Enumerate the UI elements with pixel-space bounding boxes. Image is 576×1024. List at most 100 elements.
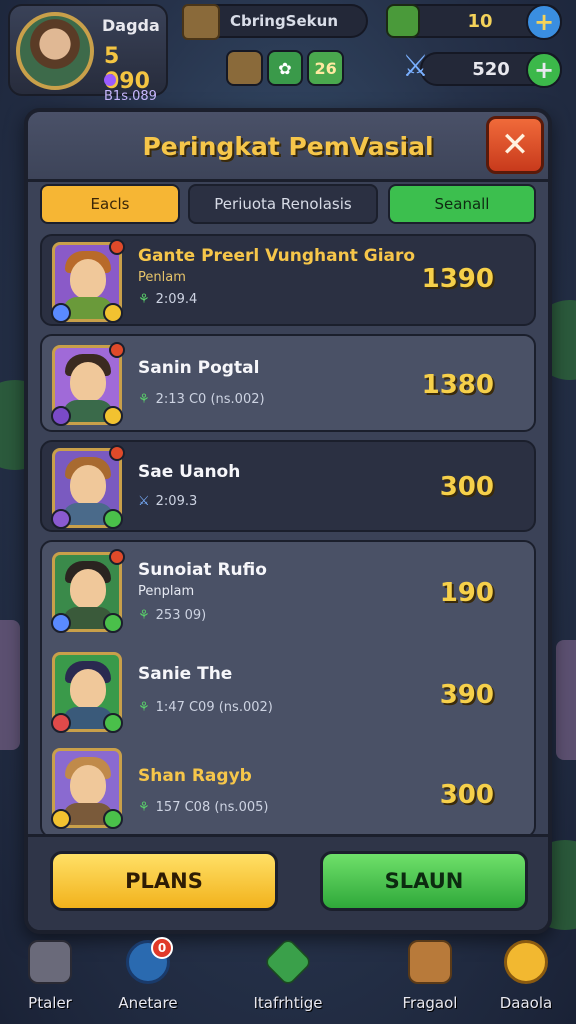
add-energy-button[interactable]: + [526,4,562,40]
add-power-button[interactable]: + [526,52,562,88]
coin-badge-icon [103,406,123,426]
panel-title: Peringkat PemVasial [142,132,434,161]
nav-label: Fragaol [402,994,458,1012]
player-avatar [51,748,123,829]
player-subtitle: Penplam [138,584,195,599]
class-badge-icon [51,303,71,323]
player-time-value: 2:13 C0 (ns.002) [155,392,265,407]
nav-item-fragaol[interactable]: Fragaol [380,940,480,1020]
player-score: 390 [439,680,494,710]
player-avatar[interactable] [16,12,94,90]
player-time-value: 157 C08 (ns.005) [155,800,269,815]
player-avatar [51,239,125,323]
player-time: ⚘ 253 09) [138,608,206,623]
player-name: Gante Preerl Vunghant Giaro [138,246,416,266]
player-avatar [51,342,125,426]
player-time-value: 2:09.4 [155,292,198,307]
leaderboard-tabs: Eacls Periuota Renolasis Seanall [40,184,536,224]
tab-eacls[interactable]: Eacls [40,184,180,224]
player-time: ⚘ 1:47 C09 (ns.002) [138,700,273,715]
player-time-value: 1:47 C09 (ns.002) [155,700,273,715]
panel-footer: PLANS SLAUN [28,834,548,930]
class-badge-icon [51,713,71,733]
quick-slot-counter[interactable]: 26 [307,50,345,86]
leaf-badge-icon [103,713,123,733]
player-time-value: 2:09.3 [155,494,198,509]
player-subtitle: Penlam [138,270,186,285]
leaderboard-row[interactable]: Sunoiat Rufio Penplam ⚘ 253 09) 190 [40,540,536,640]
player-name: Dagda [102,16,160,35]
energy-counter: 10 + [386,4,562,40]
player-score: 1380 [421,370,494,400]
player-avatar [51,652,123,733]
leaderboard-panel: Peringkat PemVasial ✕ Eacls Periuota Ren… [24,108,552,934]
castle-icon [28,940,72,984]
player-name: Sanie The [138,664,233,684]
coin-badge-icon [103,303,123,323]
player-time: ⚘ 2:09.4 [138,292,197,307]
player-time: ⚘ 157 C08 (ns.005) [138,800,268,815]
leaderboard-row[interactable]: Sanie The ⚘ 1:47 C09 (ns.002) 390 [40,642,536,740]
nav-label: Ptaler [28,994,72,1012]
leaderboard-row[interactable]: Sae Uanoh ⚔ 2:09.3 300 [40,440,536,532]
class-badge-icon [51,406,71,426]
rank-medal-icon [109,445,125,461]
sword-icon: ⚔ [138,494,150,509]
leaf-badge-icon [103,509,123,529]
player-name: Sanin Pogtal [138,358,260,378]
leaf-icon: ⚘ [138,700,150,715]
leaderboard-row[interactable]: Shan Ragyb ⚘ 157 C08 (ns.005) 300 [40,742,536,838]
leaf-badge-icon [103,809,123,829]
player-score: 190 [439,578,494,608]
player-name: Shan Ragyb [138,766,252,786]
player-time: ⚘ 2:13 C0 (ns.002) [138,392,265,407]
slaun-button[interactable]: SLAUN [320,851,528,911]
tab-periuota-renolasis[interactable]: Periuota Renolasis [188,184,378,224]
leaderboard-row[interactable]: Sanin Pogtal ⚘ 2:13 C0 (ns.002) 1380 [40,334,536,432]
power-counter: ⚔ 520 + [402,50,562,88]
nav-item-itafrhtige[interactable]: Itafrhtige [238,937,338,1020]
chest-timer-label: CbringSekun [229,12,338,30]
plans-button[interactable]: PLANS [50,851,278,911]
close-button[interactable]: ✕ [486,116,544,174]
quick-slot-leaf-icon[interactable]: ✿ [266,50,304,86]
chest-icon [182,4,220,40]
energy-value: 10 [467,10,493,32]
player-avatar [51,445,125,529]
tab-seanall[interactable]: Seanall [388,184,536,224]
leaderboard-row[interactable]: Gante Preerl Vunghant Giaro Penlam ⚘ 2:09… [40,234,536,326]
quick-slot-bar: ✿ 26 [226,50,345,86]
player-avatar [51,549,125,633]
player-score: 300 [439,780,494,810]
book-icon [408,940,452,984]
nav-item-anetare[interactable]: 0 Anetare [98,937,198,1020]
nav-item-ptaler[interactable]: Ptaler [0,940,100,1020]
chest-timer-pill[interactable]: CbringSekun [182,4,368,40]
rank-medal-icon [109,239,125,255]
gem-icon [104,74,116,86]
quick-slot-chest-icon[interactable] [226,50,263,86]
player-time-value: 253 09) [155,608,207,623]
player-time: ⚔ 2:09.3 [138,494,197,509]
nav-label: Daaola [499,994,553,1012]
leaf-icon: ⚘ [138,800,150,815]
rank-medal-icon [109,342,125,358]
player-gem-amount: B1s.089 [104,74,166,104]
gem-icon [263,937,313,987]
power-value: 520 [472,58,510,80]
rank-medal-icon [109,549,125,565]
portal-icon: 0 [126,937,173,984]
player-score: 1390 [421,264,494,294]
nav-item-daaola[interactable]: Daaola [476,940,576,1020]
nav-label: Anetare [118,994,178,1012]
player-score: 300 [439,472,494,502]
leaf-icon: ⚘ [138,292,150,307]
class-badge-icon [51,509,71,529]
notification-badge: 0 [151,937,173,959]
sword-icon: ⚔ [402,49,429,84]
bottom-navigation: Ptaler 0 Anetare Itafrhtige Fragaol Daao… [0,936,576,1024]
coin-icon [504,940,548,984]
panel-header: Peringkat PemVasial ✕ [28,112,548,182]
player-profile-card[interactable]: Dagda 5 090 B1s.089 [8,4,168,104]
top-hud: Dagda 5 090 B1s.089 CbringSekun 10 + ✿ 2… [0,0,576,110]
